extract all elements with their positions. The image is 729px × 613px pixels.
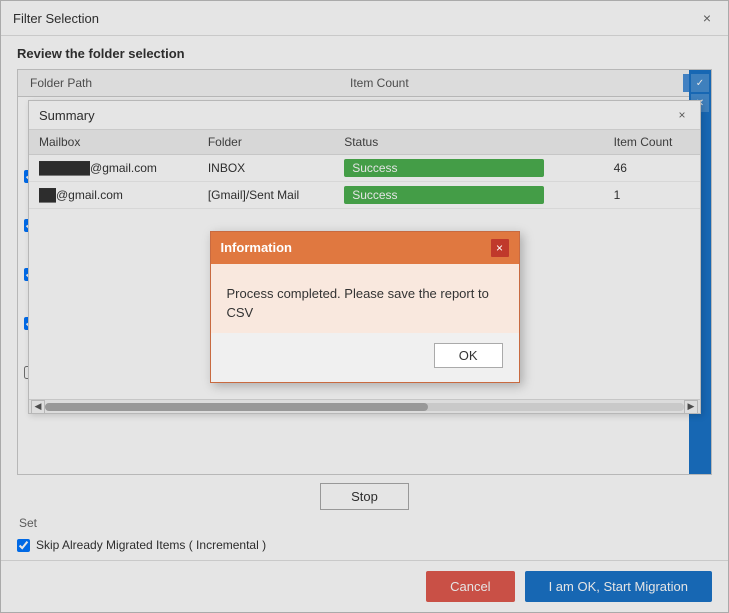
modal-overlay: Information × Process completed. Please … xyxy=(1,1,728,612)
info-dialog-footer: OK xyxy=(211,333,519,382)
info-dialog-title: Information xyxy=(221,240,293,255)
info-message: Process completed. Please save the repor… xyxy=(227,284,503,323)
info-title-bar: Information × xyxy=(211,232,519,264)
info-dialog: Information × Process completed. Please … xyxy=(210,231,520,383)
info-close-button[interactable]: × xyxy=(491,239,509,257)
ok-button[interactable]: OK xyxy=(434,343,503,368)
main-window: Filter Selection × Review the folder sel… xyxy=(0,0,729,613)
info-dialog-body: Process completed. Please save the repor… xyxy=(211,264,519,333)
